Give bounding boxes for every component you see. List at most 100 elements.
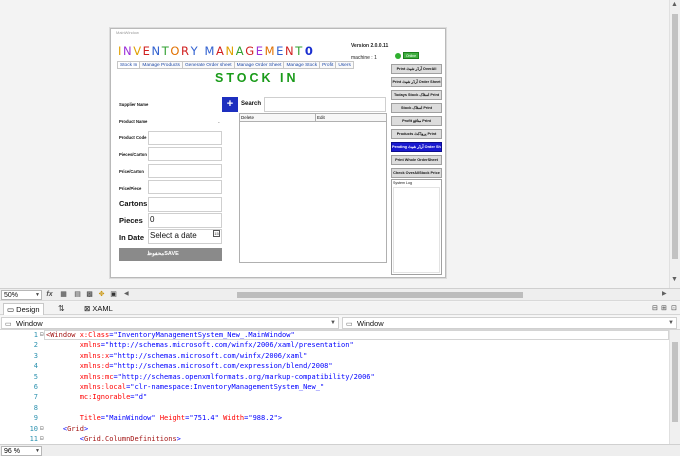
add-supplier-button[interactable]: +	[222, 97, 238, 112]
products-print-button[interactable]: Products پروڈکٹ Print	[391, 129, 442, 139]
code-line[interactable]: mc:Ignorable="d"	[46, 393, 147, 401]
profit-print-button[interactable]: Profit منافع Print	[391, 116, 442, 126]
tab-generate-order-sheet[interactable]: Generate Order sheet	[181, 61, 234, 69]
tab-manage-order-sheet[interactable]: Manage Order Sheet	[233, 61, 284, 69]
page-heading: STOCK IN	[215, 71, 299, 85]
price-carton-input[interactable]	[148, 164, 222, 178]
code-token: http://schemas.microsoft.com/expression/…	[117, 362, 329, 371]
stock-print-button[interactable]: Stock اسٹاک Print	[391, 103, 442, 113]
editor-scroll-thumb[interactable]	[672, 342, 678, 422]
editor-zoom-value: 96 %	[4, 448, 20, 455]
print-overall-button[interactable]: Print آرڈر شیٹ OverAll	[391, 64, 442, 74]
scroll-right-icon[interactable]: ▶	[662, 290, 667, 297]
member-select-value: Window	[357, 319, 384, 328]
app-title-letter: E	[255, 44, 265, 58]
tab-manage-products[interactable]: Manage Products	[139, 61, 182, 69]
designer-horizontal-scrollbar[interactable]: ◀ ▶	[124, 291, 669, 299]
code-line[interactable]: xmlns="http://schemas.microsoft.com/winf…	[46, 341, 354, 349]
fold-toggle-icon[interactable]: ⊟	[40, 331, 44, 338]
code-token: "	[370, 372, 375, 381]
code-token: <Window	[46, 331, 80, 339]
code-token: <	[46, 424, 68, 433]
tab-users[interactable]: Users	[335, 61, 354, 69]
scroll-down-icon[interactable]: ▼	[671, 276, 678, 283]
code-token: xmlns:local	[46, 383, 127, 391]
split-vertical-icon[interactable]: ⊞	[661, 304, 667, 312]
artboard-icon[interactable]: ▩	[84, 290, 95, 300]
code-line[interactable]: xmlns:x="http://schemas.microsoft.com/wi…	[46, 352, 308, 360]
code-line[interactable]: xmlns:mc="http://schemas.openxmlformats.…	[46, 373, 375, 381]
system-log[interactable]: System Log	[391, 179, 442, 275]
pieces-input[interactable]: 0	[148, 213, 222, 228]
zoom-select[interactable]: 50% ▼	[1, 290, 42, 300]
swap-panes-icon[interactable]: ⇅	[58, 304, 65, 313]
check-overall-stock-price-button[interactable]: Check OverAllStock Price	[391, 168, 442, 178]
member-select[interactable]: ▭ Window ▼	[342, 317, 677, 329]
code-line[interactable]: <Window x:Class="InventoryManagementSyst…	[46, 331, 295, 339]
design-tab-icon: ▭	[7, 305, 17, 314]
print-whole-ordersheet-button[interactable]: Print Whole OrderSheet	[391, 155, 442, 165]
xaml-editor[interactable]: 1 ⊟ <Window x:Class="InventoryManagementSy…	[0, 330, 680, 444]
pieces-carton-label: Pieces/Carton	[119, 152, 147, 157]
tab-xaml[interactable]: ⊠ XAML	[84, 303, 113, 314]
snap-to-grid-icon[interactable]: ▣	[108, 290, 119, 300]
code-token: Grid.ColumnDefinitions	[83, 435, 177, 443]
cartons-input[interactable]	[148, 197, 222, 212]
calendar-icon[interactable]: 15	[213, 230, 220, 237]
price-piece-input[interactable]	[148, 180, 222, 194]
code-line[interactable]: <Grid.ColumnDefinitions>	[46, 435, 181, 443]
save-button[interactable]: محفوظSAVE	[119, 248, 222, 261]
horizontal-scroll-thumb[interactable]	[237, 292, 523, 298]
code-line[interactable]: xmlns:d="http://schemas.microsoft.com/ex…	[46, 362, 333, 370]
code-token: clr-namespace:InventoryManagementSystem_…	[134, 383, 320, 391]
pieces-carton-input[interactable]	[148, 147, 222, 161]
code-token: >	[83, 424, 89, 433]
grid-lines-icon[interactable]: ▤	[72, 290, 83, 300]
element-scope-select[interactable]: ▭ Window ▼	[1, 317, 339, 329]
tab-stock-in[interactable]: Stock In	[117, 61, 140, 69]
tab-manage-stock[interactable]: Manage Stock	[283, 61, 320, 69]
split-horizontal-icon[interactable]: ⊟	[652, 304, 658, 312]
code-token: MainWindow	[109, 414, 152, 423]
code-line[interactable]: xmlns:local="clr-namespace:InventoryMana…	[46, 383, 324, 391]
line-number: 10	[29, 424, 38, 433]
tab-design[interactable]: ▭ Design	[3, 303, 44, 315]
search-input[interactable]	[264, 97, 386, 112]
grid-col-edit[interactable]: Edit	[316, 114, 386, 121]
editor-zoom-select[interactable]: 96 % ▼	[1, 446, 42, 456]
scroll-thumb[interactable]	[672, 14, 678, 259]
pending-order-sheet-button[interactable]: Pending آرڈر شیٹ Order Sheet	[391, 142, 442, 152]
code-token: xmlns:mc	[46, 372, 114, 381]
element-scope-value: Window	[16, 319, 43, 328]
code-token: >	[176, 435, 181, 443]
effects-toggle-icon[interactable]: fx	[44, 290, 55, 300]
collapse-pane-icon[interactable]: ⊡	[671, 304, 677, 312]
print-order-sheet-button[interactable]: Print آرڈر شیٹ Order Sheet	[391, 77, 442, 87]
in-date-picker[interactable]: Select a date	[148, 229, 222, 244]
code-token: x:Class	[79, 331, 110, 339]
designer-vertical-scrollbar[interactable]: ▲ ▼	[669, 0, 680, 288]
system-log-content[interactable]	[393, 187, 440, 273]
fold-toggle-icon[interactable]: ⊟	[40, 435, 44, 442]
product-code-input[interactable]	[148, 131, 222, 145]
stock-grid[interactable]: Delete Edit	[239, 113, 387, 263]
scroll-up-icon[interactable]: ▲	[671, 1, 678, 8]
scroll-left-icon[interactable]: ◀	[124, 290, 129, 297]
designer-window[interactable]: MainWindow INVENTORY MANAGEMENT0 Version…	[110, 28, 446, 278]
tab-profit[interactable]: Profit	[319, 61, 336, 69]
grid-col-delete[interactable]: Delete	[240, 114, 316, 121]
code-token: "	[319, 383, 325, 391]
snap-icon[interactable]: ✥	[96, 290, 107, 300]
code-line[interactable]: Title="MainWindow" Height="751.4" Width=…	[46, 414, 282, 422]
app-title-letter: N	[151, 44, 162, 58]
version-label: Version 2.0.0.11	[351, 43, 389, 49]
editor-vertical-scrollbar[interactable]	[669, 330, 680, 444]
price-piece-label: Price/Piece	[119, 186, 142, 191]
app-title-letter: R	[181, 44, 191, 58]
fold-toggle-icon[interactable]: ⊟	[40, 425, 44, 432]
code-token: InventoryManagementSystem_New_.MainWindo…	[117, 331, 291, 339]
grid-icon[interactable]: ▦	[58, 290, 69, 300]
todays-stock-button[interactable]: Todays Stock اسٹاک Print	[391, 90, 442, 100]
code-token: xmlns	[46, 341, 101, 350]
code-line[interactable]: <Grid>	[46, 425, 88, 433]
